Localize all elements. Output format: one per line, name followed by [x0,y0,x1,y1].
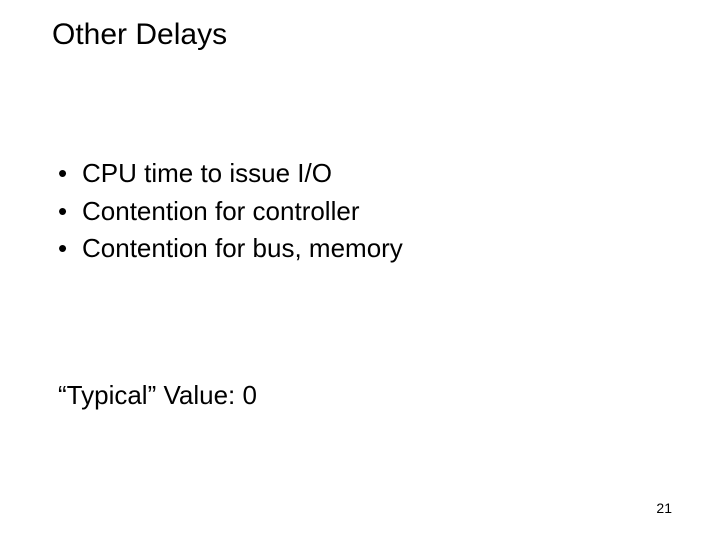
typical-value-line: “Typical” Value: 0 [58,380,257,411]
bullet-text: Contention for controller [82,193,359,231]
list-item: • Contention for bus, memory [58,230,403,268]
list-item: • CPU time to issue I/O [58,155,403,193]
page-number: 21 [656,500,672,516]
list-item: • Contention for controller [58,193,403,231]
bullet-icon: • [58,193,82,231]
bullet-text: Contention for bus, memory [82,230,403,268]
bullet-icon: • [58,230,82,268]
bullet-icon: • [58,155,82,193]
slide-title: Other Delays [52,18,227,52]
bullet-text: CPU time to issue I/O [82,155,332,193]
slide: Other Delays • CPU time to issue I/O • C… [0,0,720,540]
bullet-list: • CPU time to issue I/O • Contention for… [58,155,403,268]
